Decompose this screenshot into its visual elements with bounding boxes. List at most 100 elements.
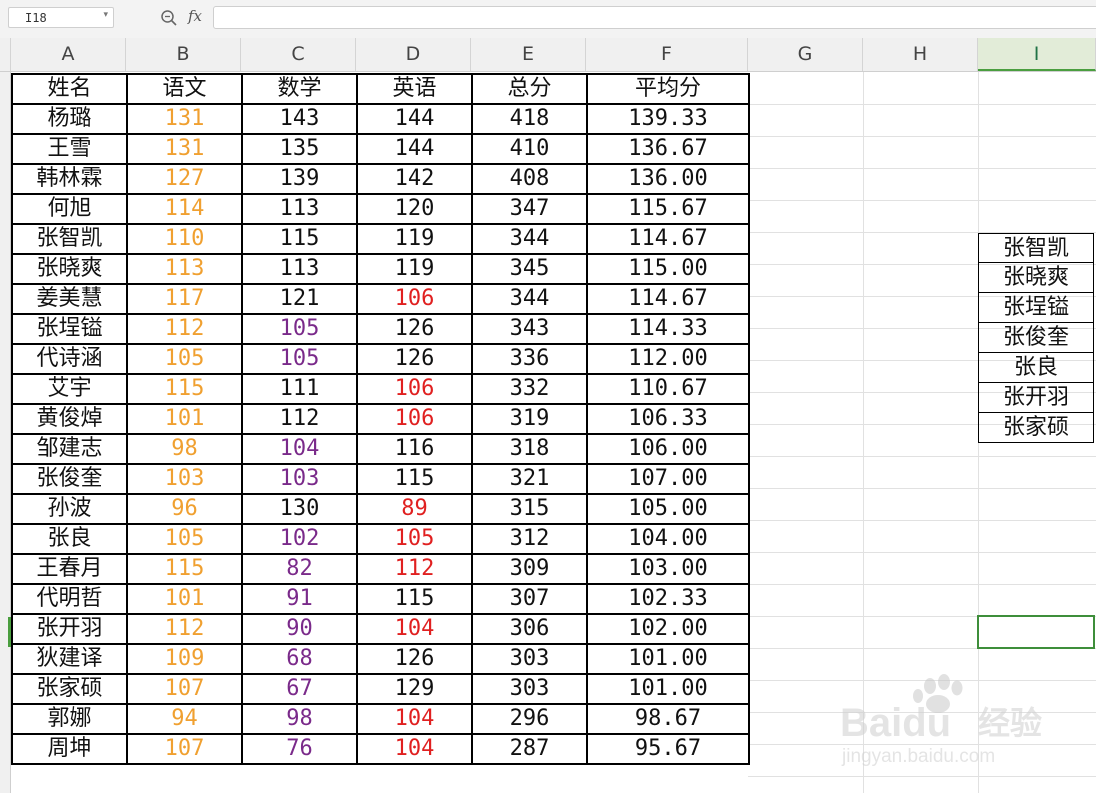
name-box[interactable]: I18 ▾ <box>8 7 114 28</box>
score-cell[interactable]: 136.67 <box>586 133 750 165</box>
selected-cell-i18[interactable] <box>977 615 1095 649</box>
student-name-cell[interactable]: 孙波 <box>11 493 128 525</box>
column-header-c[interactable]: C <box>241 38 356 71</box>
student-name-cell[interactable]: 黄俊焯 <box>11 403 128 435</box>
student-name-cell[interactable]: 张俊奎 <box>11 463 128 495</box>
score-cell[interactable]: 408 <box>471 163 588 195</box>
score-cell[interactable]: 105 <box>126 343 243 375</box>
score-cell[interactable]: 110 <box>126 223 243 255</box>
list-item[interactable]: 张埕镒 <box>978 293 1094 323</box>
score-cell[interactable]: 103.00 <box>586 553 750 585</box>
score-cell[interactable]: 410 <box>471 133 588 165</box>
column-header-h[interactable]: H <box>863 38 978 71</box>
score-cell[interactable]: 139.33 <box>586 103 750 135</box>
score-cell[interactable]: 112 <box>241 403 358 435</box>
score-cell[interactable]: 101 <box>126 583 243 615</box>
formula-input[interactable] <box>213 6 1096 29</box>
header-cell-average[interactable]: 平均分 <box>586 73 750 105</box>
score-cell[interactable]: 101.00 <box>586 673 750 705</box>
score-cell[interactable]: 115 <box>241 223 358 255</box>
score-cell[interactable]: 104 <box>241 433 358 465</box>
student-name-cell[interactable]: 代明哲 <box>11 583 128 615</box>
score-cell[interactable]: 112 <box>356 553 473 585</box>
score-cell[interactable]: 318 <box>471 433 588 465</box>
score-cell[interactable]: 90 <box>241 613 358 645</box>
score-cell[interactable]: 98 <box>241 703 358 735</box>
student-name-cell[interactable]: 杨璐 <box>11 103 128 135</box>
score-cell[interactable]: 142 <box>356 163 473 195</box>
score-cell[interactable]: 107 <box>126 673 243 705</box>
score-cell[interactable]: 119 <box>356 223 473 255</box>
score-cell[interactable]: 113 <box>241 253 358 285</box>
score-cell[interactable]: 106.33 <box>586 403 750 435</box>
header-cell-total[interactable]: 总分 <box>471 73 588 105</box>
score-cell[interactable]: 112.00 <box>586 343 750 375</box>
score-cell[interactable]: 114.67 <box>586 223 750 255</box>
score-cell[interactable]: 106 <box>356 373 473 405</box>
score-cell[interactable]: 115.67 <box>586 193 750 225</box>
score-cell[interactable]: 115 <box>126 553 243 585</box>
score-cell[interactable]: 121 <box>241 283 358 315</box>
score-cell[interactable]: 102.00 <box>586 613 750 645</box>
score-cell[interactable]: 296 <box>471 703 588 735</box>
score-cell[interactable]: 98 <box>126 433 243 465</box>
score-cell[interactable]: 336 <box>471 343 588 375</box>
score-cell[interactable]: 102.33 <box>586 583 750 615</box>
score-cell[interactable]: 115.00 <box>586 253 750 285</box>
score-cell[interactable]: 68 <box>241 643 358 675</box>
list-item[interactable]: 张俊奎 <box>978 323 1094 353</box>
score-cell[interactable]: 113 <box>241 193 358 225</box>
score-cell[interactable]: 116 <box>356 433 473 465</box>
score-cell[interactable]: 117 <box>126 283 243 315</box>
score-cell[interactable]: 103 <box>126 463 243 495</box>
score-cell[interactable]: 107 <box>126 733 243 765</box>
column-header-a[interactable]: A <box>11 38 126 71</box>
student-name-cell[interactable]: 张智凯 <box>11 223 128 255</box>
score-cell[interactable]: 112 <box>126 613 243 645</box>
score-cell[interactable]: 103 <box>241 463 358 495</box>
function-icon[interactable]: fx <box>188 7 202 25</box>
score-cell[interactable]: 101.00 <box>586 643 750 675</box>
list-item[interactable]: 张家硕 <box>978 413 1094 443</box>
score-cell[interactable]: 105 <box>126 523 243 555</box>
score-cell[interactable]: 95.67 <box>586 733 750 765</box>
score-cell[interactable]: 105 <box>241 313 358 345</box>
column-header-i[interactable]: I <box>978 38 1096 71</box>
score-cell[interactable]: 109 <box>126 643 243 675</box>
score-cell[interactable]: 105 <box>241 343 358 375</box>
header-cell-math[interactable]: 数学 <box>241 73 358 105</box>
student-name-cell[interactable]: 狄建译 <box>11 643 128 675</box>
score-cell[interactable]: 136.00 <box>586 163 750 195</box>
list-item[interactable]: 张良 <box>978 353 1094 383</box>
score-cell[interactable]: 307 <box>471 583 588 615</box>
score-cell[interactable]: 113 <box>126 253 243 285</box>
score-cell[interactable]: 144 <box>356 103 473 135</box>
header-cell-english[interactable]: 英语 <box>356 73 473 105</box>
score-cell[interactable]: 105 <box>356 523 473 555</box>
score-cell[interactable]: 287 <box>471 733 588 765</box>
score-cell[interactable]: 343 <box>471 313 588 345</box>
score-cell[interactable]: 114 <box>126 193 243 225</box>
score-cell[interactable]: 115 <box>356 463 473 495</box>
student-name-cell[interactable]: 姜美慧 <box>11 283 128 315</box>
column-header-f[interactable]: F <box>586 38 748 71</box>
column-header-e[interactable]: E <box>471 38 586 71</box>
column-header-g[interactable]: G <box>748 38 863 71</box>
score-cell[interactable]: 345 <box>471 253 588 285</box>
student-name-cell[interactable]: 张良 <box>11 523 128 555</box>
student-name-cell[interactable]: 王春月 <box>11 553 128 585</box>
score-cell[interactable]: 319 <box>471 403 588 435</box>
score-cell[interactable]: 344 <box>471 283 588 315</box>
score-cell[interactable]: 89 <box>356 493 473 525</box>
select-all-corner[interactable] <box>0 38 11 71</box>
score-cell[interactable]: 67 <box>241 673 358 705</box>
score-cell[interactable]: 126 <box>356 313 473 345</box>
score-cell[interactable]: 114.67 <box>586 283 750 315</box>
score-cell[interactable]: 127 <box>126 163 243 195</box>
student-name-cell[interactable]: 何旭 <box>11 193 128 225</box>
score-cell[interactable]: 114.33 <box>586 313 750 345</box>
score-cell[interactable]: 143 <box>241 103 358 135</box>
score-cell[interactable]: 94 <box>126 703 243 735</box>
column-header-b[interactable]: B <box>126 38 241 71</box>
score-cell[interactable]: 131 <box>126 103 243 135</box>
